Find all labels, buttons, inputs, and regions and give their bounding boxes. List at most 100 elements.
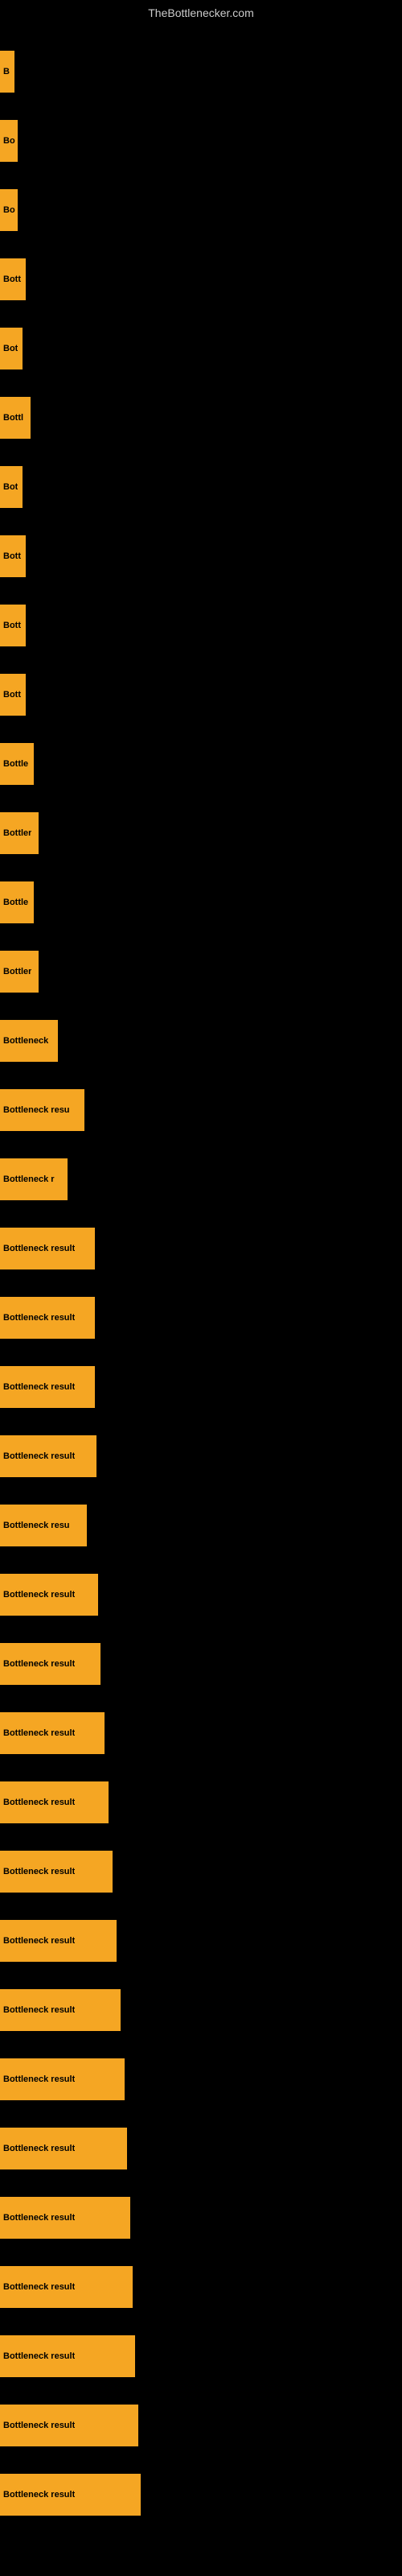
bar-label: Bottler — [3, 967, 31, 976]
bar-row: Bottleneck result — [0, 2322, 402, 2391]
bar-row: Bottleneck result — [0, 2391, 402, 2460]
bar-row: Bottleneck result — [0, 1768, 402, 1837]
bar-row: Bot — [0, 314, 402, 383]
bar-row: Bottleneck result — [0, 1214, 402, 1283]
bar: Bott — [0, 258, 26, 300]
bar: Bottleneck r — [0, 1158, 68, 1200]
bar-row: Bottleneck — [0, 1006, 402, 1075]
bar-row: Bottleneck result — [0, 2252, 402, 2322]
bars-container: B Bo Bo Bott Bot Bottl Bot Bott Bott Bott Bottle Bo… — [0, 29, 402, 2537]
bar: Bottle — [0, 743, 34, 785]
bar: Bottleneck resu — [0, 1089, 84, 1131]
bar-label: Bottleneck result — [3, 2421, 75, 2430]
bar-row: Bo — [0, 106, 402, 175]
bar-row: Bottle — [0, 868, 402, 937]
bar: Bo — [0, 120, 18, 162]
bar-row: Bottleneck result — [0, 1837, 402, 1906]
bar-label: Bottl — [3, 413, 23, 423]
bar-label: Bottle — [3, 759, 28, 769]
bar-label: Bottleneck result — [3, 2213, 75, 2223]
bar: Bottle — [0, 881, 34, 923]
bar: Bottleneck result — [0, 2474, 141, 2516]
bar-row: Bottleneck result — [0, 2460, 402, 2529]
site-title: TheBottlenecker.com — [0, 0, 402, 29]
bar-row: Bottleneck result — [0, 2045, 402, 2114]
bar: Bottler — [0, 951, 39, 993]
bar: Bottleneck result — [0, 1643, 100, 1685]
bar-label: Bottleneck result — [3, 2490, 75, 2500]
bar-label: Bot — [3, 344, 18, 353]
bar: Bottleneck result — [0, 1712, 105, 1754]
bar-row: Bot — [0, 452, 402, 522]
bar-row: Bottleneck result — [0, 1352, 402, 1422]
bar: Bottleneck result — [0, 2266, 133, 2308]
bar-row: Bottleneck resu — [0, 1491, 402, 1560]
bar-label: Bottleneck resu — [3, 1105, 70, 1115]
bar-label: Bottleneck result — [3, 2005, 75, 2015]
bar-label: Bottleneck result — [3, 1313, 75, 1323]
bar: Bottleneck result — [0, 1574, 98, 1616]
bar-label: Bottleneck result — [3, 1936, 75, 1946]
bar-row: Bottle — [0, 729, 402, 799]
bar-label: Bo — [3, 136, 15, 146]
bar-row: B — [0, 37, 402, 106]
bar-row: Bottleneck result — [0, 1975, 402, 2045]
bar-label: Bott — [3, 551, 21, 561]
bar-label: Bot — [3, 482, 18, 492]
bar-row: Bottleneck result — [0, 1906, 402, 1975]
bar-row: Bott — [0, 660, 402, 729]
bar-row: Bottleneck result — [0, 1283, 402, 1352]
bar: Bot — [0, 466, 23, 508]
bar-label: Bo — [3, 205, 15, 215]
bar-label: B — [3, 67, 10, 76]
bar: Bottleneck result — [0, 1989, 121, 2031]
bar: Bottl — [0, 397, 31, 439]
bar-label: Bottle — [3, 898, 28, 907]
bar-row: Bottler — [0, 937, 402, 1006]
bar-label: Bottleneck result — [3, 2074, 75, 2084]
bar-row: Bottler — [0, 799, 402, 868]
bar-row: Bottleneck result — [0, 2183, 402, 2252]
bar-label: Bott — [3, 275, 21, 284]
bar-label: Bottleneck — [3, 1036, 48, 1046]
bar: Bottleneck result — [0, 2405, 138, 2446]
bar: Bott — [0, 605, 26, 646]
bar: Bott — [0, 674, 26, 716]
bar-label: Bottleneck result — [3, 1798, 75, 1807]
bar-row: Bottleneck result — [0, 2114, 402, 2183]
bar-row: Bottleneck result — [0, 1560, 402, 1629]
bar: Bottleneck result — [0, 1781, 109, 1823]
bar: Bottleneck — [0, 1020, 58, 1062]
bar-row: Bottleneck result — [0, 1629, 402, 1699]
bar-label: Bottleneck result — [3, 1590, 75, 1600]
bar-label: Bottleneck result — [3, 2351, 75, 2361]
bar-label: Bottleneck resu — [3, 1521, 70, 1530]
bar-label: Bottleneck r — [3, 1174, 55, 1184]
bar-row: Bottleneck result — [0, 1422, 402, 1491]
bar: Bottler — [0, 812, 39, 854]
bar: Bot — [0, 328, 23, 369]
bar: Bottleneck result — [0, 1435, 96, 1477]
bar-row: Bottleneck r — [0, 1145, 402, 1214]
bar: Bo — [0, 189, 18, 231]
bar: Bottleneck result — [0, 1366, 95, 1408]
bar-row: Bottleneck resu — [0, 1075, 402, 1145]
bar-label: Bottleneck result — [3, 1867, 75, 1876]
bar: Bottleneck result — [0, 1920, 117, 1962]
bar: Bottleneck result — [0, 2197, 130, 2239]
bar: Bottleneck result — [0, 2058, 125, 2100]
bar-label: Bott — [3, 690, 21, 700]
bar-label: Bott — [3, 621, 21, 630]
bar-label: Bottleneck result — [3, 2282, 75, 2292]
bar-row: Bottleneck result — [0, 1699, 402, 1768]
bar-label: Bottleneck result — [3, 1382, 75, 1392]
bar: Bottleneck result — [0, 1297, 95, 1339]
bar-row: Bottl — [0, 383, 402, 452]
bar: Bottleneck result — [0, 1228, 95, 1269]
bar: Bottleneck result — [0, 2335, 135, 2377]
bar-row: Bott — [0, 591, 402, 660]
bar-row: Bott — [0, 522, 402, 591]
bar-label: Bottleneck result — [3, 1659, 75, 1669]
bar-label: Bottler — [3, 828, 31, 838]
bar-label: Bottleneck result — [3, 1244, 75, 1253]
